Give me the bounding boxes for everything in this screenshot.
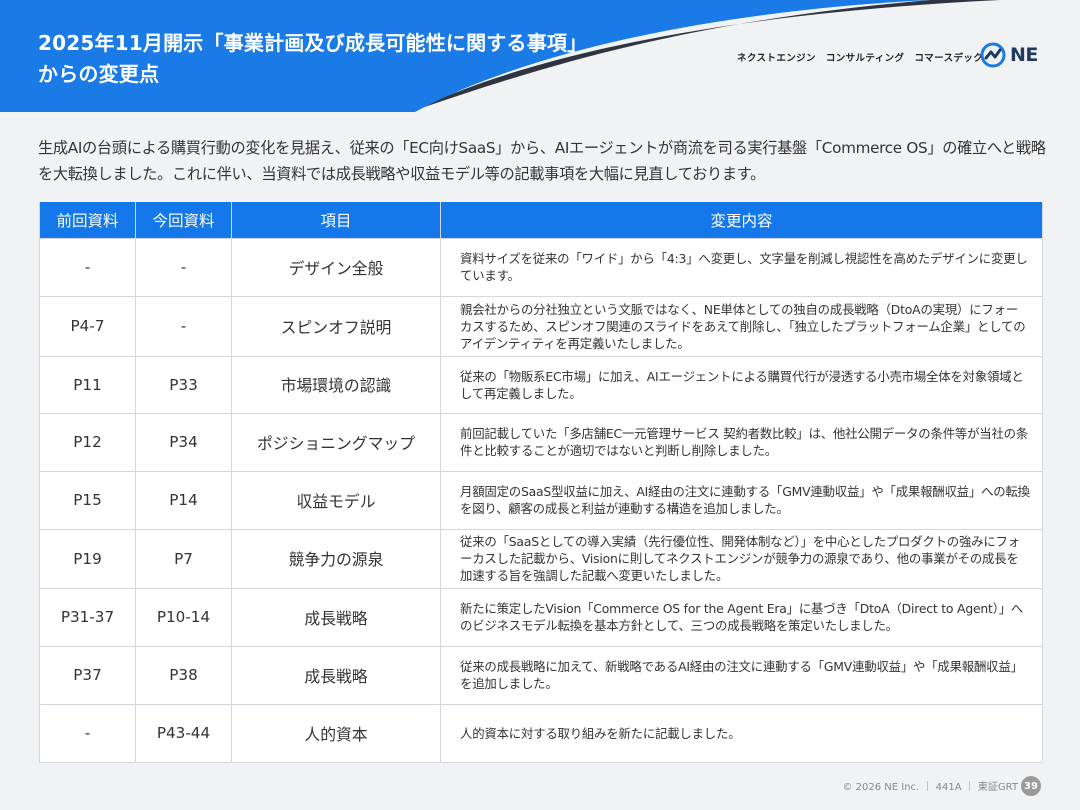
cell-item: 市場環境の認識 (231, 355, 441, 414)
table-row: P37 P38 成長戦略 従来の成長戦略に加えて、新戦略であるAI経由の注文に連… (39, 645, 1043, 705)
cell-desc: 月額固定のSaaS型収益に加え、AI経由の注文に連動する「GMV連動収益」や「成… (440, 470, 1043, 530)
cell-desc: 親会社からの分社独立という文脈ではなく、NE単体としての独自の成長戦略（DtoA… (440, 295, 1043, 357)
header-item: 項目 (231, 202, 441, 239)
cell-curr: - (135, 237, 232, 297)
cell-item: ポジショニングマップ (231, 412, 441, 472)
cell-desc: 従来の「物販系EC市場」に加え、AIエージェントによる購買代行が浸透する小売市場… (440, 355, 1043, 414)
intro-paragraph: 生成AIの台頭による購買行動の変化を見据え、従来の「EC向けSaaS」から、AI… (38, 139, 1046, 183)
cell-item: 成長戦略 (231, 587, 441, 647)
footer-divider: ｜ (964, 782, 975, 793)
cell-item: スピンオフ説明 (231, 295, 441, 357)
cell-item: 人的資本 (231, 703, 441, 763)
cell-item: 競争力の源泉 (231, 528, 441, 589)
ne-logo-icon (980, 42, 1006, 68)
table-row: P31-37 P10-14 成長戦略 新たに策定したVision「Commerc… (39, 587, 1043, 647)
cell-curr: P7 (135, 528, 232, 589)
cell-desc: 従来の成長戦略に加えて、新戦略であるAI経由の注文に連動する「GMV連動収益」や… (440, 645, 1043, 705)
cell-desc: 前回記載していた「多店舗EC一元管理サービス 契約者数比較」は、他社公開データの… (440, 412, 1043, 472)
cell-item: 収益モデル (231, 470, 441, 530)
table-header-row: 前回資料 今回資料 項目 変更内容 (39, 202, 1043, 239)
cell-prev: P37 (39, 645, 136, 705)
header-prev: 前回資料 (39, 202, 136, 239)
cell-prev: - (39, 237, 136, 297)
cell-curr: P34 (135, 412, 232, 472)
market-name: 東証GRT (977, 782, 1018, 793)
table-row: - P43-44 人的資本 人的資本に対する取り組みを新たに記載しました。 (39, 703, 1043, 763)
header-curr: 今回資料 (135, 202, 232, 239)
table-row: P15 P14 収益モデル 月額固定のSaaS型収益に加え、AI経由の注文に連動… (39, 470, 1043, 530)
table-row: P12 P34 ポジショニングマップ 前回記載していた「多店舗EC一元管理サービ… (39, 412, 1043, 472)
company-logo: NE (980, 40, 1044, 70)
cell-curr: P14 (135, 470, 232, 530)
footer-divider: ｜ (922, 782, 933, 793)
page-number: 39 (1021, 776, 1041, 796)
cell-curr: P10-14 (135, 587, 232, 647)
cell-item: デザイン全般 (231, 237, 441, 297)
table-row: P11 P33 市場環境の認識 従来の「物販系EC市場」に加え、AIエージェント… (39, 355, 1043, 414)
footer-text: © 2026 NE Inc. ｜ 441A ｜ 東証GRT (842, 778, 1018, 793)
cell-item: 成長戦略 (231, 645, 441, 705)
cell-prev: P12 (39, 412, 136, 472)
cell-curr: - (135, 295, 232, 357)
cell-prev: - (39, 703, 136, 763)
title-line-1: 2025年11月開示「事業計画及び成長可能性に関する事項」 (38, 31, 588, 55)
table-row: P4-7 - スピンオフ説明 親会社からの分社独立という文脈ではなく、NE単体と… (39, 295, 1043, 357)
page-title: 2025年11月開示「事業計画及び成長可能性に関する事項」 からの変更点 (38, 28, 587, 90)
stock-code: 441A (935, 782, 962, 793)
cell-desc: 従来の「SaaSとしての導入実績（先行優位性、開発体制など）」を中心としたプロダ… (440, 528, 1043, 589)
changes-table: 前回資料 今回資料 項目 変更内容 - - デザイン全般 資料サイズを従来の「ワ… (39, 202, 1043, 763)
table-row: - - デザイン全般 資料サイズを従来の「ワイド」から「4:3」へ変更し、文字量… (39, 237, 1043, 297)
cell-prev: P11 (39, 355, 136, 414)
logo-text: NE (1010, 44, 1038, 66)
cell-curr: P38 (135, 645, 232, 705)
brand-names: ネクストエンジン コンサルティング コマースデック (737, 53, 984, 64)
header-desc: 変更内容 (440, 202, 1043, 239)
title-line-2: からの変更点 (38, 62, 160, 86)
cell-prev: P15 (39, 470, 136, 530)
cell-prev: P19 (39, 528, 136, 589)
cell-curr: P43-44 (135, 703, 232, 763)
cell-prev: P4-7 (39, 295, 136, 357)
cell-curr: P33 (135, 355, 232, 414)
cell-prev: P31-37 (39, 587, 136, 647)
table-row: P19 P7 競争力の源泉 従来の「SaaSとしての導入実績（先行優位性、開発体… (39, 528, 1043, 589)
cell-desc: 新たに策定したVision「Commerce OS for the Agent … (440, 587, 1043, 647)
copyright: © 2026 NE Inc. (842, 782, 920, 793)
cell-desc: 資料サイズを従来の「ワイド」から「4:3」へ変更し、文字量を削減し視認性を高めた… (440, 237, 1043, 297)
cell-desc: 人的資本に対する取り組みを新たに記載しました。 (440, 703, 1043, 763)
